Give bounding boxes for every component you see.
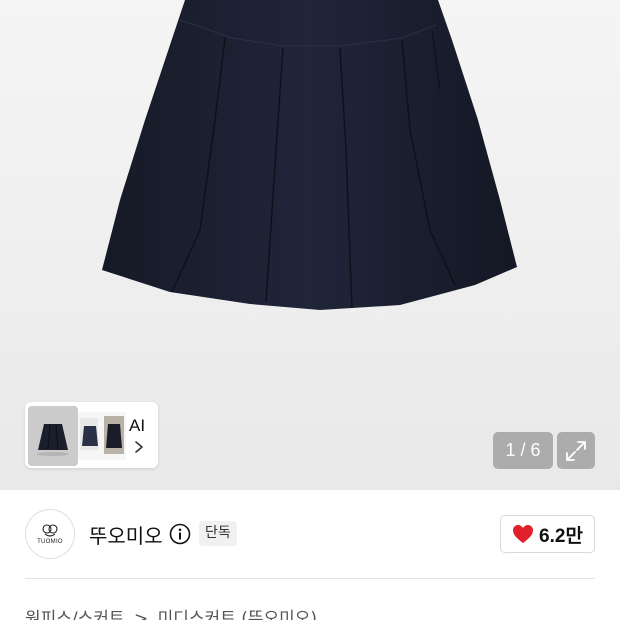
brand-logo-mark-icon: [42, 523, 58, 537]
product-image-gallery[interactable]: AI 1 / 6: [0, 0, 620, 490]
similar-thumbnail-2: [78, 412, 126, 460]
breadcrumb-category[interactable]: 원피스/스커트: [25, 609, 125, 620]
ai-label: AI: [129, 416, 146, 435]
expand-icon: [566, 440, 586, 461]
similar-thumbnail-1: [28, 406, 78, 466]
breadcrumb-subcategory[interactable]: 미디스커트 (뚜오미오): [158, 609, 317, 620]
image-page-counter: 1 / 6: [493, 432, 553, 469]
divider: [25, 578, 595, 579]
exclusive-badge: 단독: [199, 521, 237, 546]
brand-name-link[interactable]: 뚜오미오: [89, 520, 163, 549]
heart-icon: [513, 525, 534, 543]
chevron-right-icon: [135, 441, 143, 453]
like-count: 6.2만: [539, 525, 583, 547]
ai-similar-products-button[interactable]: AI: [25, 402, 158, 468]
info-icon[interactable]: [169, 523, 191, 545]
brand-logo-text: TUOMIO: [37, 538, 63, 545]
expand-image-button[interactable]: [557, 432, 595, 469]
breadcrumb: 원피스/스커트 > 미디스커트 (뚜오미오): [25, 604, 321, 620]
brand-row: TUOMIO 뚜오미오 단독 6.2만: [0, 490, 620, 580]
breadcrumb-separator: >: [133, 609, 149, 620]
brand-logo[interactable]: TUOMIO: [25, 509, 75, 559]
like-button[interactable]: 6.2만: [500, 515, 595, 553]
